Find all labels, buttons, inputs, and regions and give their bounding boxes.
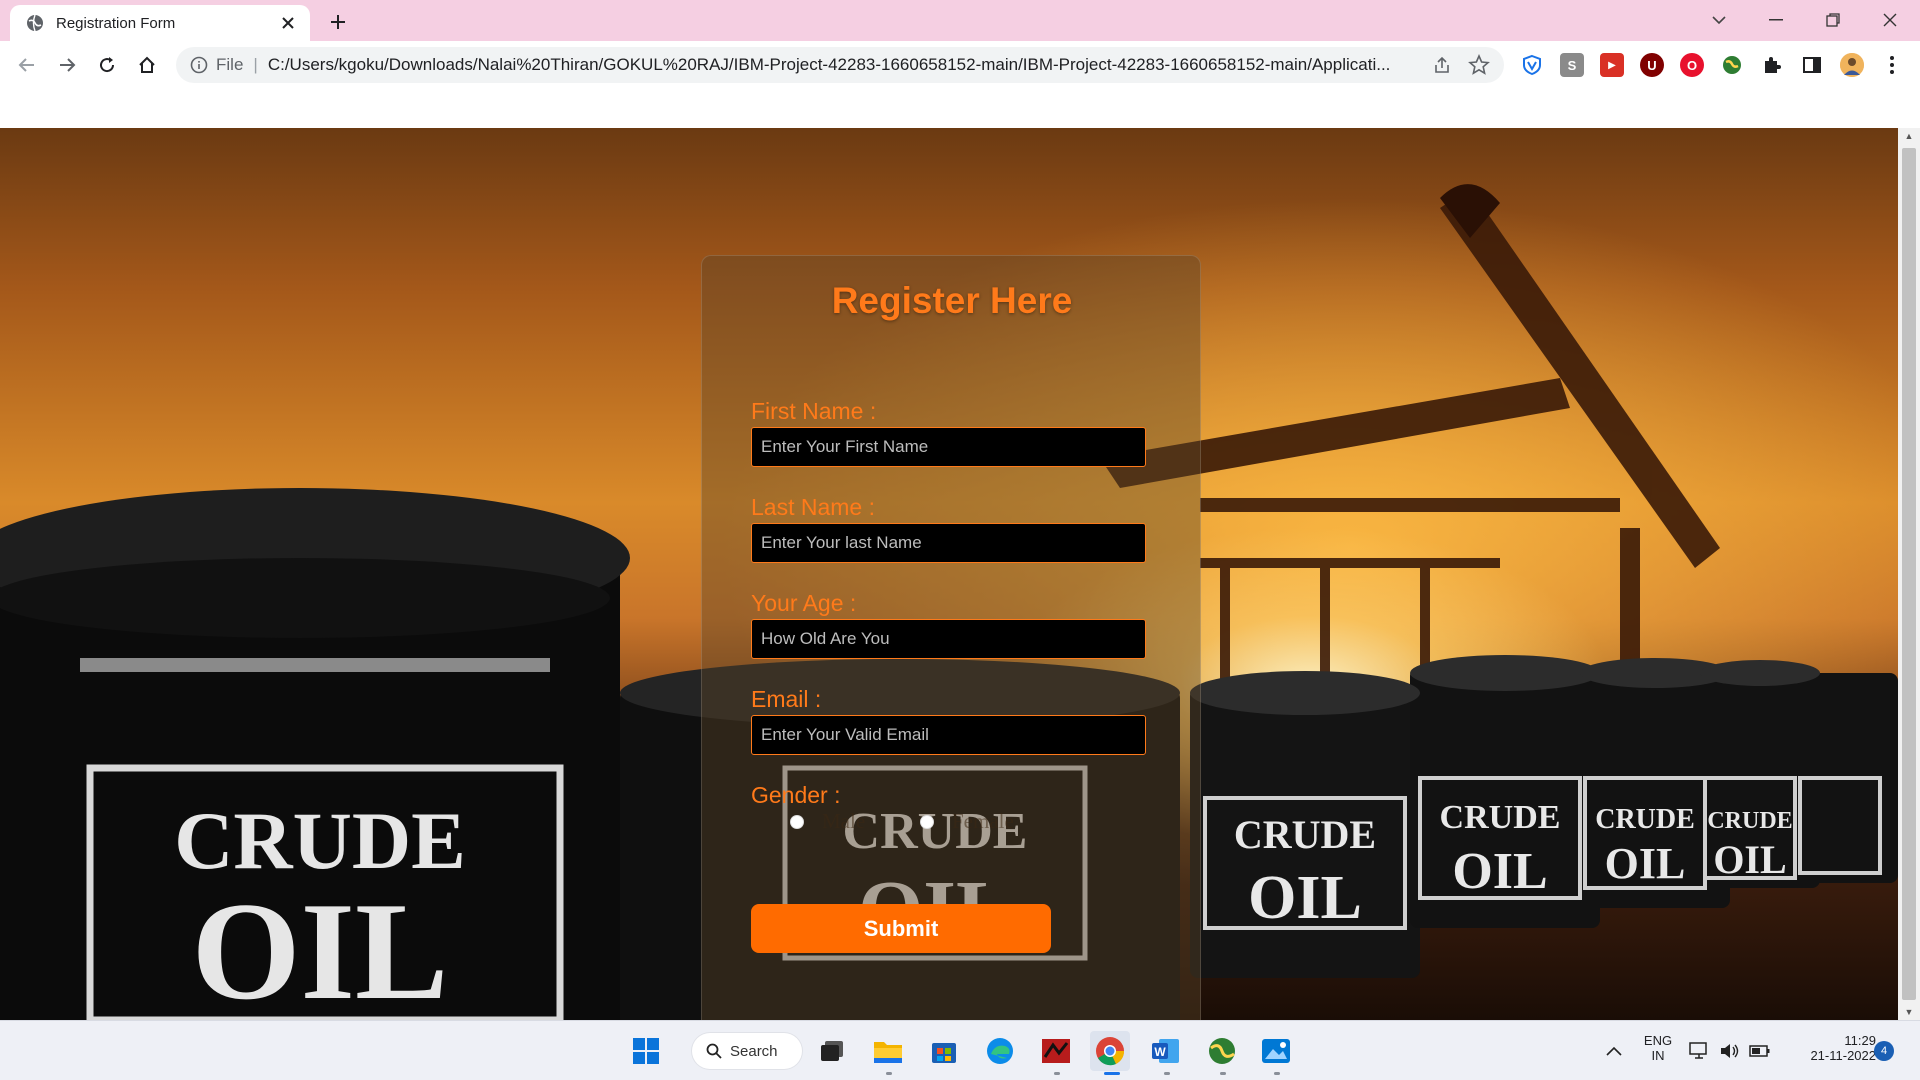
windows-start-icon[interactable] (626, 1031, 666, 1071)
tab-title: Registration Form (56, 14, 176, 32)
tab-search-chevron-icon[interactable] (1703, 6, 1735, 34)
file-explorer-icon[interactable] (868, 1031, 908, 1071)
clock-time: 11:29 (1844, 1033, 1876, 1048)
ublock-extension-icon[interactable]: U (1640, 53, 1664, 77)
active-indicator (1104, 1072, 1120, 1075)
reload-button[interactable] (93, 51, 121, 79)
gender-label: Gender : (751, 782, 841, 808)
taskbar-search-label: Search (730, 1042, 778, 1060)
running-indicator (886, 1072, 892, 1075)
scroll-up-arrow-icon[interactable]: ▲ (1903, 130, 1915, 142)
barrel-label-crude: CRUDE (174, 795, 466, 886)
browser-toolbar: File | C:/Users/kgoku/Downloads/Nalai%20… (0, 41, 1920, 89)
close-tab-icon[interactable] (278, 13, 298, 33)
barrel-label-crude: CRUDE (1440, 799, 1561, 836)
gender-female-radio[interactable] (920, 815, 934, 829)
running-indicator (1220, 1072, 1226, 1075)
show-hidden-icons-chevron-icon[interactable] (1594, 1031, 1634, 1071)
age-label: Your Age : (751, 590, 857, 616)
notification-badge[interactable]: 4 (1874, 1041, 1894, 1061)
volume-icon[interactable] (1716, 1031, 1744, 1071)
word-icon[interactable]: W (1146, 1031, 1186, 1071)
first-name-label: First Name : (751, 398, 877, 424)
url-separator: | (253, 55, 258, 74)
email-input[interactable] (751, 715, 1146, 755)
last-name-input[interactable] (751, 523, 1146, 563)
share-icon[interactable] (1432, 55, 1452, 75)
search-icon (706, 1043, 722, 1059)
first-name-input[interactable] (751, 427, 1146, 467)
clock[interactable]: 11:29 21-11-2022 (1786, 1033, 1876, 1063)
network-icon[interactable] (1686, 1031, 1714, 1071)
forward-button[interactable] (53, 51, 81, 79)
page-content: CRUDE OIL CRUDE OIL CRUDE OIL CRUDE OIL … (0, 128, 1898, 1020)
globe-extension-icon[interactable] (1720, 53, 1744, 77)
opera-extension-icon[interactable]: O (1680, 53, 1704, 77)
photos-app-icon[interactable] (1256, 1031, 1296, 1071)
tab-strip: Registration Form (0, 0, 1920, 41)
new-tab-button[interactable] (326, 10, 350, 34)
barrel-label-oil: OIL (1713, 837, 1786, 882)
close-window-button[interactable] (1874, 6, 1906, 34)
language-code: ENG (1643, 1033, 1673, 1048)
page-scrollbar[interactable]: ▲ ▼ (1898, 128, 1920, 1020)
more-menu-icon[interactable] (1880, 53, 1904, 77)
back-button[interactable] (13, 51, 41, 79)
barrel-label-crude: CRUDE (1595, 804, 1695, 835)
red-app-icon[interactable] (1036, 1031, 1076, 1071)
globe-icon (26, 14, 44, 32)
running-indicator (1164, 1072, 1170, 1075)
info-icon[interactable] (190, 56, 208, 74)
windows-taskbar: Search W ENG IN 11:29 21-11-2022 4 (0, 1020, 1920, 1080)
s-extension-icon[interactable]: S (1560, 53, 1584, 77)
bookmark-star-icon[interactable] (1468, 54, 1490, 76)
chrome-browser-icon[interactable] (1090, 1031, 1130, 1071)
barrel-label-oil: OIL (192, 874, 449, 1020)
barrel-label-oil: OIL (1248, 864, 1362, 932)
gender-male-radio[interactable] (790, 815, 804, 829)
shield-extension-icon[interactable] (1520, 53, 1544, 77)
home-button[interactable] (133, 51, 161, 79)
barrel-label-oil: OIL (1605, 839, 1686, 888)
registration-card: Register Here First Name : Last Name : Y… (701, 255, 1201, 1020)
barrel-label-crude: CRUDE (1234, 812, 1376, 857)
browser-tab-registration-form[interactable]: Registration Form (10, 5, 310, 41)
svg-text:W: W (1154, 1045, 1166, 1059)
play-extension-icon[interactable]: ▶ (1600, 53, 1624, 77)
minimize-button[interactable] (1760, 6, 1792, 34)
language-indicator[interactable]: ENG IN (1640, 1033, 1676, 1063)
barrel-label-crude: CRUDE (1707, 808, 1792, 834)
address-bar[interactable]: File | C:/Users/kgoku/Downloads/Nalai%20… (176, 47, 1504, 83)
scroll-down-arrow-icon[interactable]: ▼ (1903, 1006, 1915, 1018)
clock-date: 21-11-2022 (1810, 1048, 1876, 1063)
url-text[interactable]: C:/Users/kgoku/Downloads/Nalai%20Thiran/… (268, 55, 1438, 75)
region-code: IN (1651, 1048, 1665, 1063)
last-name-label: Last Name : (751, 494, 875, 520)
microsoft-store-icon[interactable] (924, 1031, 964, 1071)
globe-app-icon[interactable] (1202, 1031, 1242, 1071)
url-scheme-label: File (216, 55, 244, 74)
age-input[interactable] (751, 619, 1146, 659)
email-label: Email : (751, 686, 822, 712)
task-view-icon[interactable] (812, 1031, 852, 1071)
side-panel-icon[interactable] (1800, 53, 1824, 77)
extensions-puzzle-icon[interactable] (1760, 53, 1784, 77)
barrel-label-oil: OIL (1452, 843, 1547, 900)
battery-icon[interactable] (1746, 1031, 1774, 1071)
running-indicator (1274, 1072, 1280, 1075)
gender-male-label: Male (822, 809, 866, 833)
taskbar-search-box[interactable]: Search (692, 1033, 802, 1069)
form-heading: Register Here (831, 280, 1073, 321)
restore-button[interactable] (1817, 6, 1849, 34)
edge-browser-icon[interactable] (980, 1031, 1020, 1071)
scrollbar-thumb[interactable] (1902, 148, 1916, 1000)
submit-button[interactable]: Submit (751, 904, 1051, 953)
running-indicator (1054, 1072, 1060, 1075)
gender-female-label: Female (952, 809, 1014, 833)
profile-avatar[interactable] (1840, 53, 1864, 77)
